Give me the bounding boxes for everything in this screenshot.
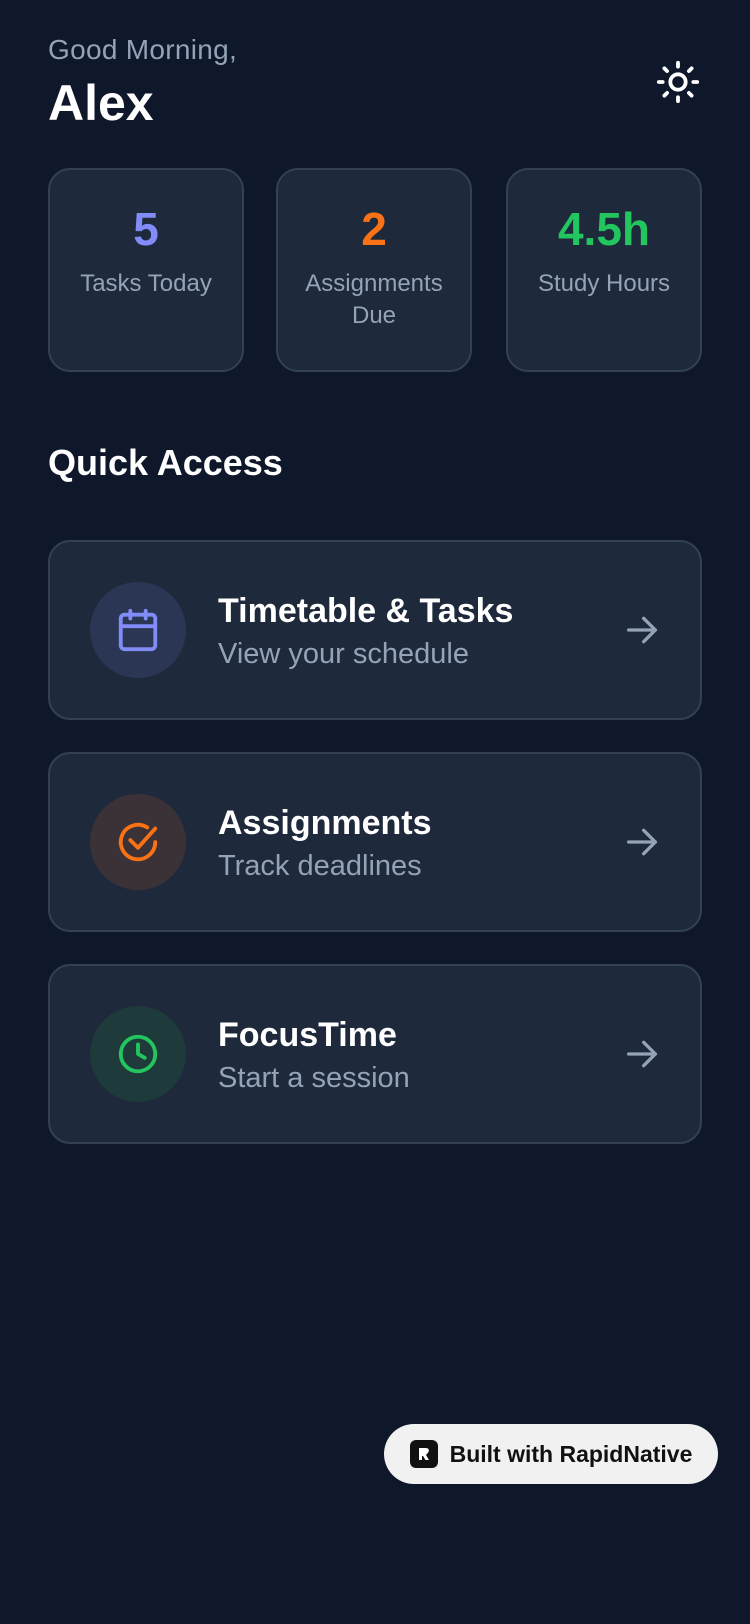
quick-access-timetable-card[interactable]: Timetable & Tasks View your schedule xyxy=(48,540,702,720)
section-title-quick-access: Quick Access xyxy=(48,442,283,483)
rapidnative-logo-icon xyxy=(409,1440,438,1468)
card-title: Timetable & Tasks xyxy=(218,592,514,630)
quick-access-assignments-card[interactable]: Assignments Track deadlines xyxy=(48,752,702,932)
check-circle-icon xyxy=(118,822,158,862)
stat-card-tasks: 5 Tasks Today xyxy=(48,168,244,372)
built-with-badge[interactable]: Built with RapidNative xyxy=(384,1424,718,1484)
stat-card-study-hours: 4.5h Study Hours xyxy=(506,168,702,372)
check-circle-icon-wrapper xyxy=(90,794,186,890)
card-title: Assignments xyxy=(218,804,432,842)
stat-label: Assignments Due xyxy=(305,270,443,329)
stat-card-assignments: 2 Assignments Due xyxy=(276,168,472,372)
arrow-right-icon xyxy=(627,616,657,644)
stat-label: Study Hours xyxy=(537,270,671,297)
clock-icon-wrapper xyxy=(90,1006,186,1102)
home-screen: Good Morning, Alex 5 Tasks Today 2 Assig… xyxy=(0,0,750,1624)
user-name: Alex xyxy=(48,75,154,131)
stat-label: Tasks Today xyxy=(80,270,212,297)
clock-icon xyxy=(118,1034,158,1074)
card-title: FocusTime xyxy=(218,1016,397,1054)
theme-toggle-button[interactable] xyxy=(654,58,702,106)
arrow-right-icon xyxy=(627,828,657,856)
sun-icon xyxy=(656,60,700,104)
stat-value: 2 xyxy=(361,203,387,255)
card-subtitle: View your schedule xyxy=(218,638,469,670)
greeting-text: Good Morning, xyxy=(48,34,238,65)
card-subtitle: Track deadlines xyxy=(218,850,422,882)
card-subtitle: Start a session xyxy=(218,1062,410,1094)
arrow-right-icon xyxy=(627,1040,657,1068)
stat-value: 5 xyxy=(133,203,159,255)
stat-value: 4.5h xyxy=(557,203,651,255)
calendar-icon xyxy=(118,608,158,652)
calendar-icon-wrapper xyxy=(90,582,186,678)
badge-label: Built with RapidNative xyxy=(449,1440,693,1467)
quick-access-focustime-card[interactable]: FocusTime Start a session xyxy=(48,964,702,1144)
